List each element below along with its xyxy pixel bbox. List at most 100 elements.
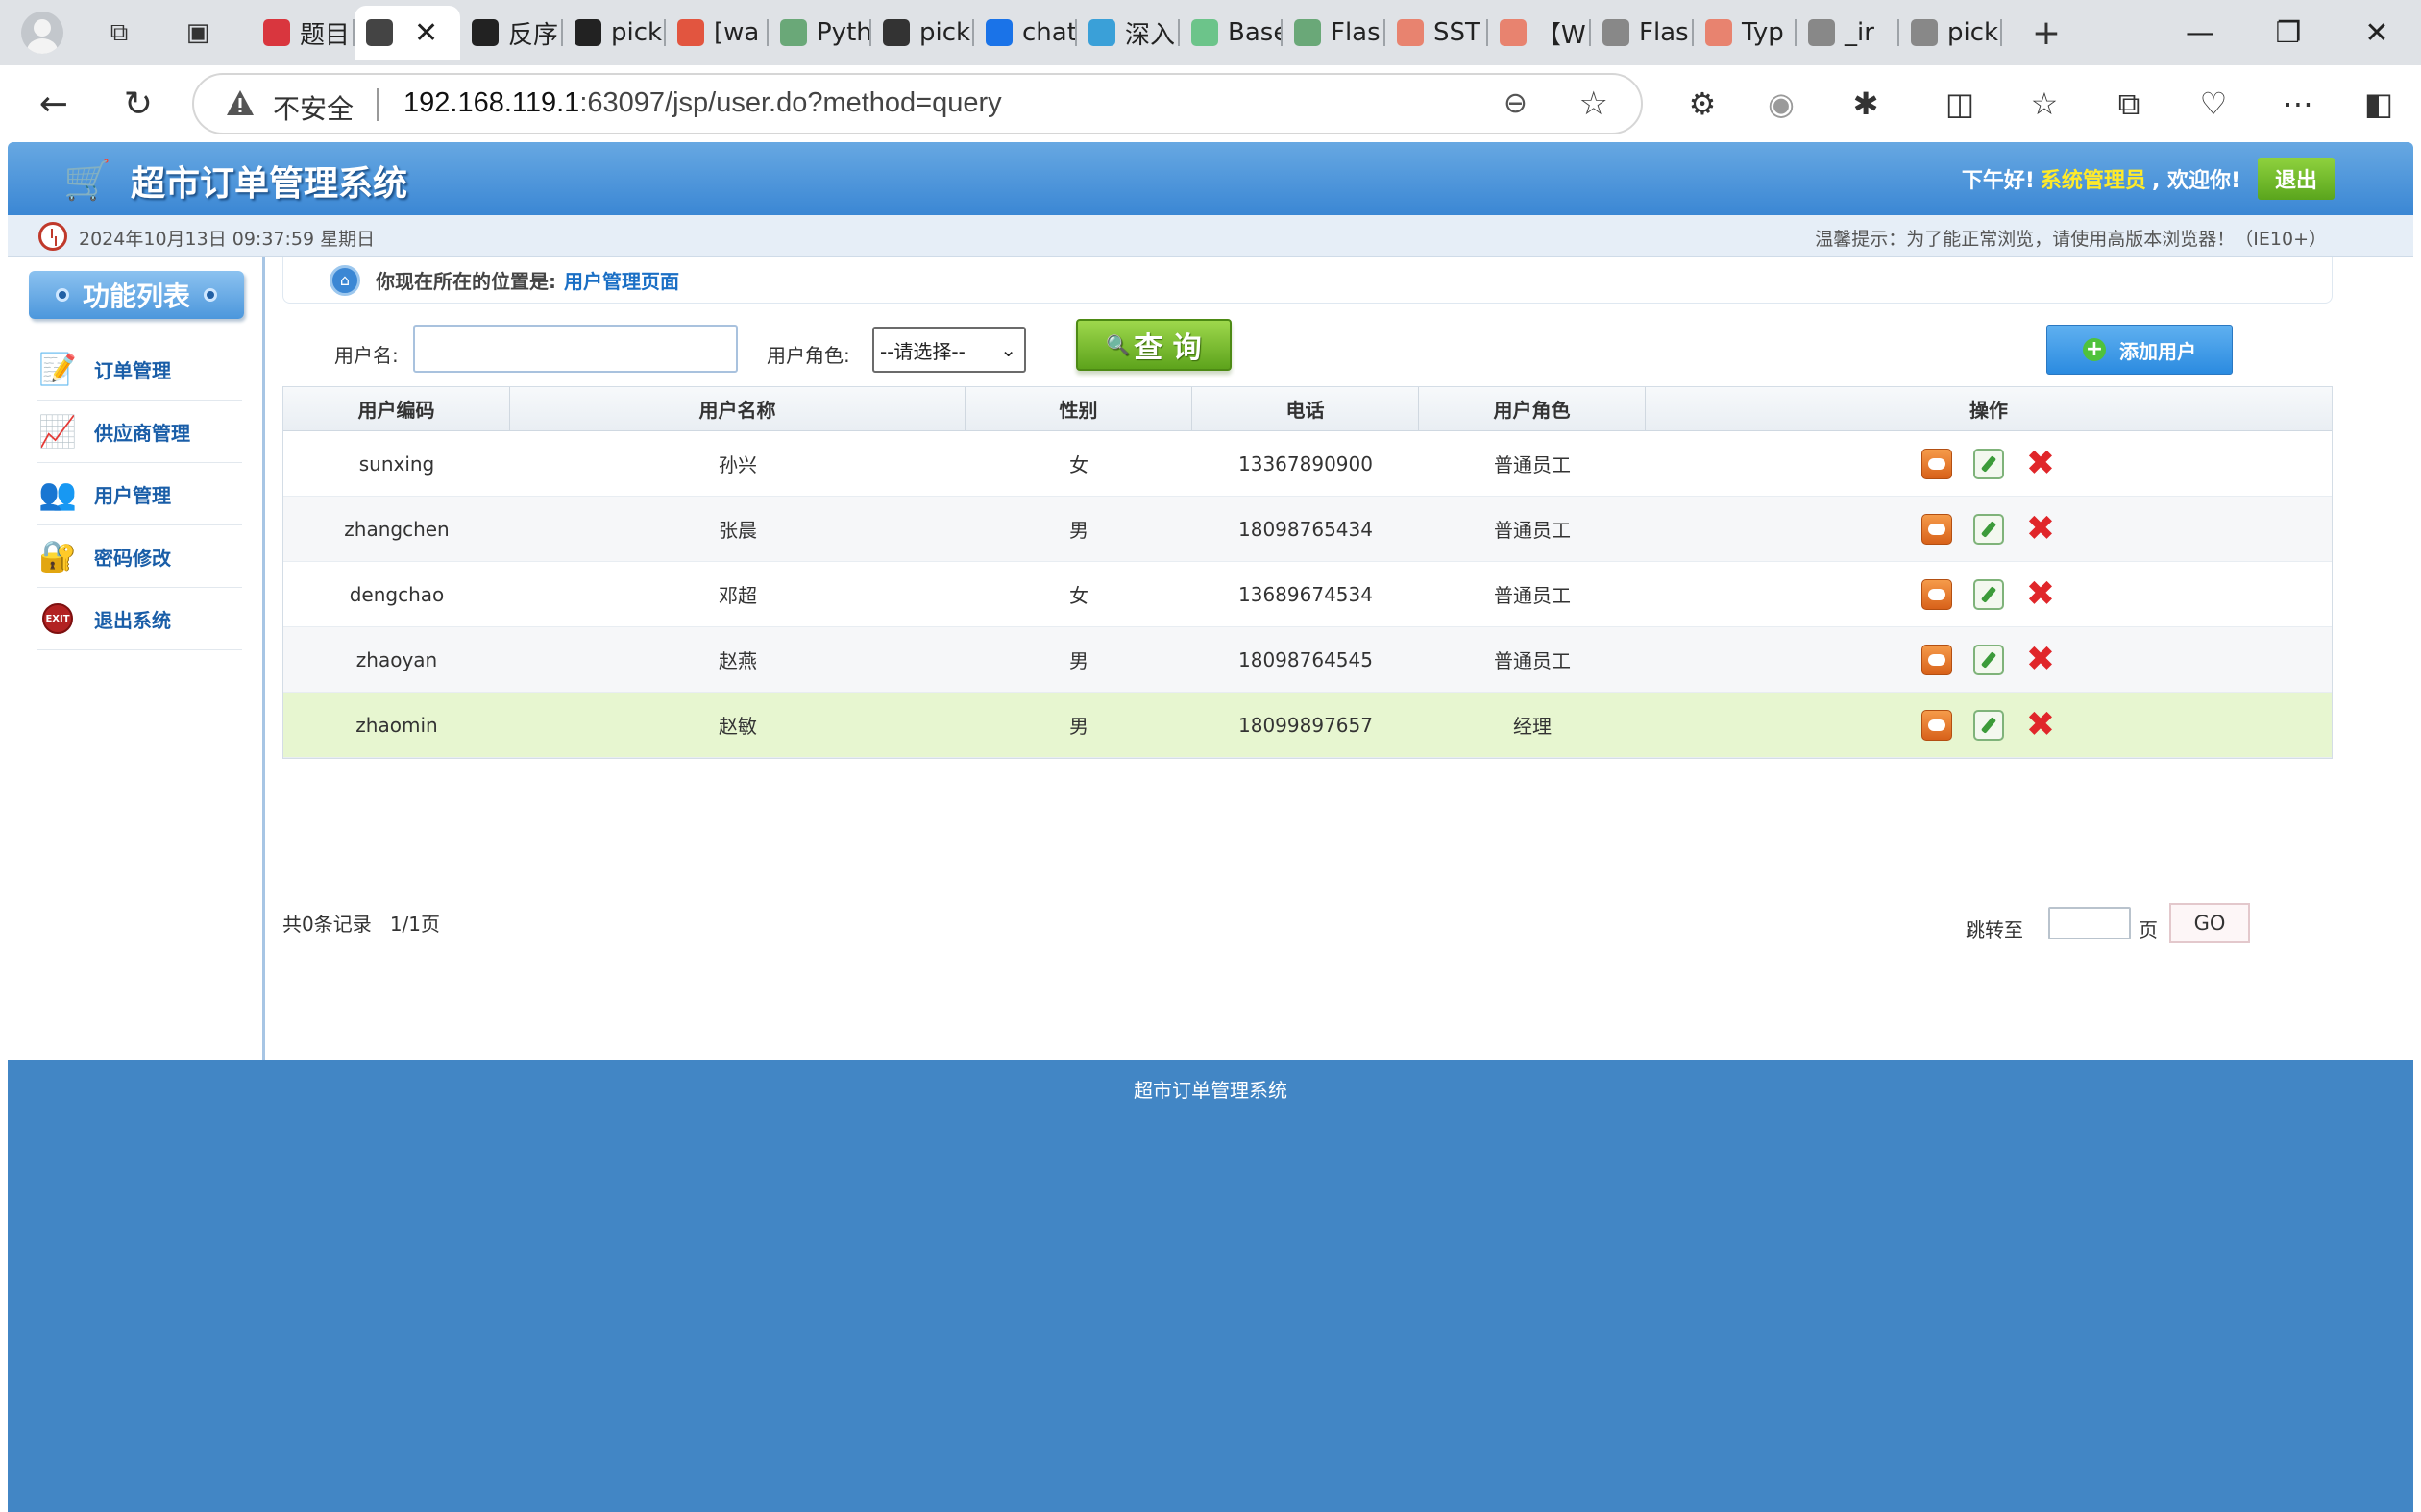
favorites-icon[interactable]: ☆ — [2023, 83, 2066, 125]
browser-tab[interactable]: Flas — [1591, 6, 1694, 60]
browser-health-icon[interactable]: ♡ — [2192, 83, 2235, 125]
workspaces-icon[interactable]: ⧉ — [100, 13, 138, 52]
extensions-puzzle-icon[interactable]: ✱ — [1845, 83, 1887, 125]
edit-icon-glyph — [1980, 585, 1997, 603]
browser-tab[interactable]: _ir — [1797, 6, 1899, 60]
cell-name: 赵燕 — [719, 649, 757, 672]
username-input[interactable] — [413, 325, 738, 373]
sidebar-item-suppliers[interactable]: 📈 供应商管理 — [37, 401, 242, 463]
browser-tab[interactable]: Flas — [1283, 6, 1385, 60]
search-bar: 用户名: 用户角色: --请选择-- ⌄ 🔍 查 询 + 添加用户 — [282, 317, 2333, 386]
page-number-input[interactable] — [2048, 907, 2131, 939]
tab-label: pick — [1947, 18, 1999, 47]
tab-close-icon[interactable]: ✕ — [414, 16, 438, 50]
sidebar-toggle-icon[interactable]: ◧ — [2358, 83, 2400, 125]
address-separator — [377, 88, 379, 121]
sidebar-item-label[interactable]: 密码修改 — [94, 543, 171, 571]
refresh-icon[interactable]: ↻ — [115, 81, 161, 127]
delete-icon[interactable]: ✖ — [2025, 642, 2056, 676]
sidebar-item-label[interactable]: 退出系统 — [94, 605, 171, 633]
profile-avatar-icon[interactable] — [21, 12, 63, 54]
sidebar-item-label[interactable]: 供应商管理 — [94, 418, 190, 446]
browser-tab[interactable]: pick — [871, 6, 974, 60]
favorite-star-icon[interactable]: ☆ — [1579, 85, 1608, 123]
query-button[interactable]: 🔍 查 询 — [1076, 319, 1232, 371]
zoom-out-icon[interactable]: ⊖ — [1504, 86, 1528, 120]
extension-globe-icon[interactable]: ⚙ — [1681, 83, 1724, 125]
browser-tab[interactable]: [wa — [666, 6, 769, 60]
role-select[interactable]: --请选择-- ⌄ — [872, 327, 1026, 373]
edit-icon[interactable] — [1973, 448, 2004, 479]
more-menu-icon[interactable]: ⋯ — [2277, 83, 2319, 125]
browser-tab[interactable]: pick — [1899, 6, 2002, 60]
browser-tab[interactable]: 反序 — [460, 6, 563, 60]
edit-icon[interactable] — [1973, 513, 2004, 545]
add-user-button[interactable]: + 添加用户 — [2046, 325, 2233, 375]
view-icon[interactable] — [1921, 644, 1952, 675]
exit-icon-wrap: EXIT — [37, 597, 79, 640]
browser-tip: 温馨提示：为了能正常浏览，请使用高版本浏览器！（IE10+） — [1815, 229, 2327, 250]
tab-actions-icon[interactable]: ▣ — [179, 13, 217, 52]
sidebar-title-text: 功能列表 — [82, 280, 190, 312]
delete-icon[interactable]: ✖ — [2025, 446, 2056, 480]
warning-triangle-icon[interactable] — [225, 87, 256, 118]
sidebar-item-label[interactable]: 用户管理 — [94, 480, 171, 508]
search-icon — [575, 19, 601, 46]
browser-tab[interactable]: Pyth — [769, 6, 871, 60]
browser-tab[interactable]: pick — [563, 6, 666, 60]
view-icon-glyph — [1928, 457, 1945, 470]
delete-icon[interactable]: ✖ — [2025, 511, 2056, 546]
edit-icon-glyph — [1980, 520, 1997, 538]
browser-tab[interactable]: ✕ — [355, 6, 460, 60]
url-text[interactable]: 192.168.119.1:63097/jsp/user.do?method=q… — [404, 87, 1002, 119]
browser-tab[interactable]: chat — [974, 6, 1077, 60]
browser-tab[interactable]: 题目 — [252, 6, 355, 60]
sidebar-item-password[interactable]: 🔐 密码修改 — [37, 525, 242, 588]
app-title: 超市订单管理系统 — [131, 164, 408, 204]
cell-actions: ✖ — [1646, 431, 2332, 496]
browser-tab[interactable]: 【W — [1488, 6, 1591, 60]
go-button[interactable]: GO — [2169, 903, 2250, 943]
view-icon[interactable] — [1921, 709, 1952, 741]
edit-icon[interactable] — [1973, 578, 2004, 610]
sidebar-item-orders[interactable]: 📝 订单管理 — [37, 338, 242, 401]
browser-tab[interactable]: Base — [1180, 6, 1283, 60]
password-icon: 🔐 — [38, 538, 77, 574]
insecure-label[interactable]: 不安全 — [273, 88, 354, 127]
footer-text: 超市订单管理系统 — [1134, 1079, 1287, 1102]
sidebar-item-users[interactable]: 👥 用户管理 — [37, 463, 242, 525]
split-screen-icon[interactable]: ◫ — [1939, 83, 1981, 125]
view-icon-glyph — [1928, 523, 1945, 535]
supplier-icon: 📈 — [38, 413, 77, 450]
sidebar-item-label[interactable]: 订单管理 — [94, 355, 171, 383]
edit-icon[interactable] — [1973, 644, 2004, 675]
view-icon[interactable] — [1921, 578, 1952, 610]
browser-tab[interactable]: Typ — [1694, 6, 1797, 60]
view-icon-glyph — [1928, 719, 1945, 731]
minimize-button[interactable]: — — [2162, 10, 2238, 56]
browser-tab[interactable]: SST — [1385, 6, 1488, 60]
action-group: ✖ — [1921, 707, 2056, 742]
role-selected-value: --请选择-- — [880, 339, 966, 363]
current-user: 系统管理员 — [2040, 169, 2146, 193]
view-icon[interactable] — [1921, 513, 1952, 545]
back-arrow-icon[interactable]: ← — [31, 81, 77, 127]
delete-icon[interactable]: ✖ — [2025, 576, 2056, 611]
sidebar-item-exit[interactable]: EXIT 退出系统 — [37, 588, 242, 650]
view-icon[interactable] — [1921, 448, 1952, 479]
browser-tab[interactable]: 深入 — [1077, 6, 1180, 60]
new-tab-button[interactable]: + — [2027, 13, 2066, 53]
collections-icon[interactable]: ⧉ — [2108, 83, 2150, 125]
delete-icon[interactable]: ✖ — [2025, 707, 2056, 742]
cell-code: dengchao — [349, 582, 445, 606]
header-actions: 操作 — [1969, 399, 2008, 422]
breadcrumb: ⌂ 你现在所在的位置是: 用户管理页面 — [282, 257, 2333, 304]
edit-icon[interactable] — [1973, 709, 2004, 741]
action-group: ✖ — [1921, 511, 2056, 546]
address-bar[interactable]: 不安全 192.168.119.1:63097/jsp/user.do?meth… — [192, 73, 1643, 134]
extension-circle-icon[interactable]: ◉ — [1760, 83, 1802, 125]
window-close-button[interactable]: ✕ — [2338, 10, 2415, 56]
restore-button[interactable]: ❐ — [2250, 10, 2327, 56]
logout-button[interactable]: 退出 — [2258, 158, 2335, 200]
sidebar-menu: 📝 订单管理 📈 供应商管理 👥 用户管理 🔐 密码修改 EXIT 退出系统 — [37, 338, 242, 650]
